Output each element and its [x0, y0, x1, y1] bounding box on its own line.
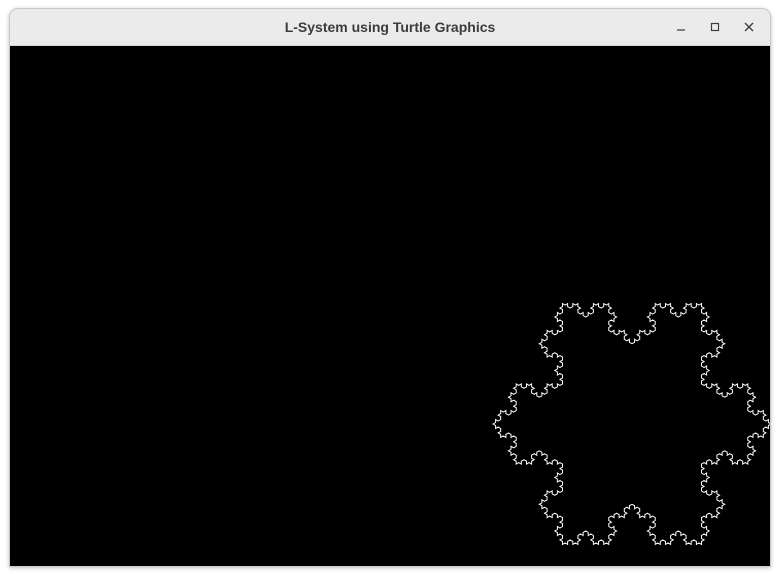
koch-snowflake	[491, 302, 770, 546]
app-window: L-System using Turtle Graphics	[9, 8, 771, 567]
window-title: L-System using Turtle Graphics	[284, 19, 496, 35]
window-controls	[666, 14, 764, 40]
maximize-button[interactable]	[700, 14, 730, 40]
close-icon	[744, 22, 754, 32]
maximize-icon	[710, 22, 720, 32]
minimize-icon	[677, 29, 685, 31]
fractal-drawing	[491, 302, 770, 546]
turtle-canvas[interactable]	[10, 46, 770, 566]
minimize-button[interactable]	[666, 14, 696, 40]
close-button[interactable]	[734, 14, 764, 40]
title-bar[interactable]: L-System using Turtle Graphics	[10, 9, 770, 46]
